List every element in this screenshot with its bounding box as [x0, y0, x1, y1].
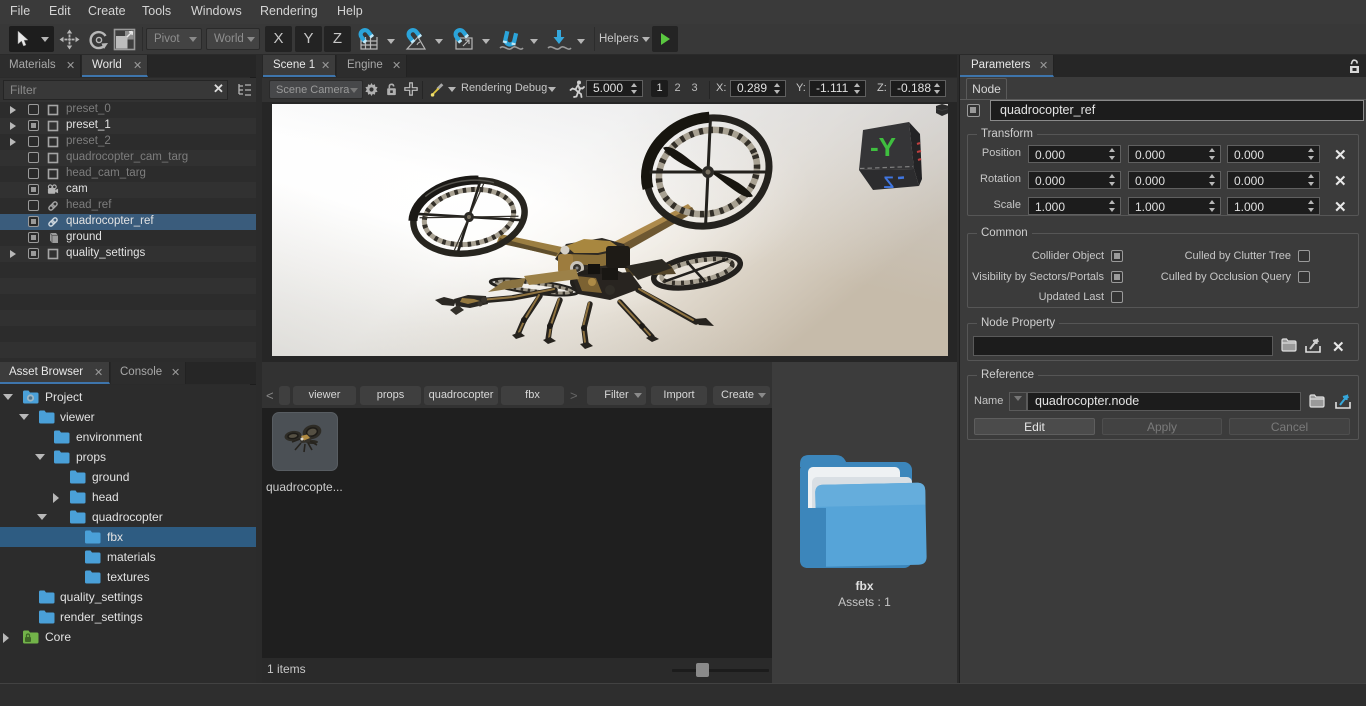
svg-text:Z: Z	[884, 173, 894, 192]
svg-text:-Y: -Y	[870, 132, 896, 162]
